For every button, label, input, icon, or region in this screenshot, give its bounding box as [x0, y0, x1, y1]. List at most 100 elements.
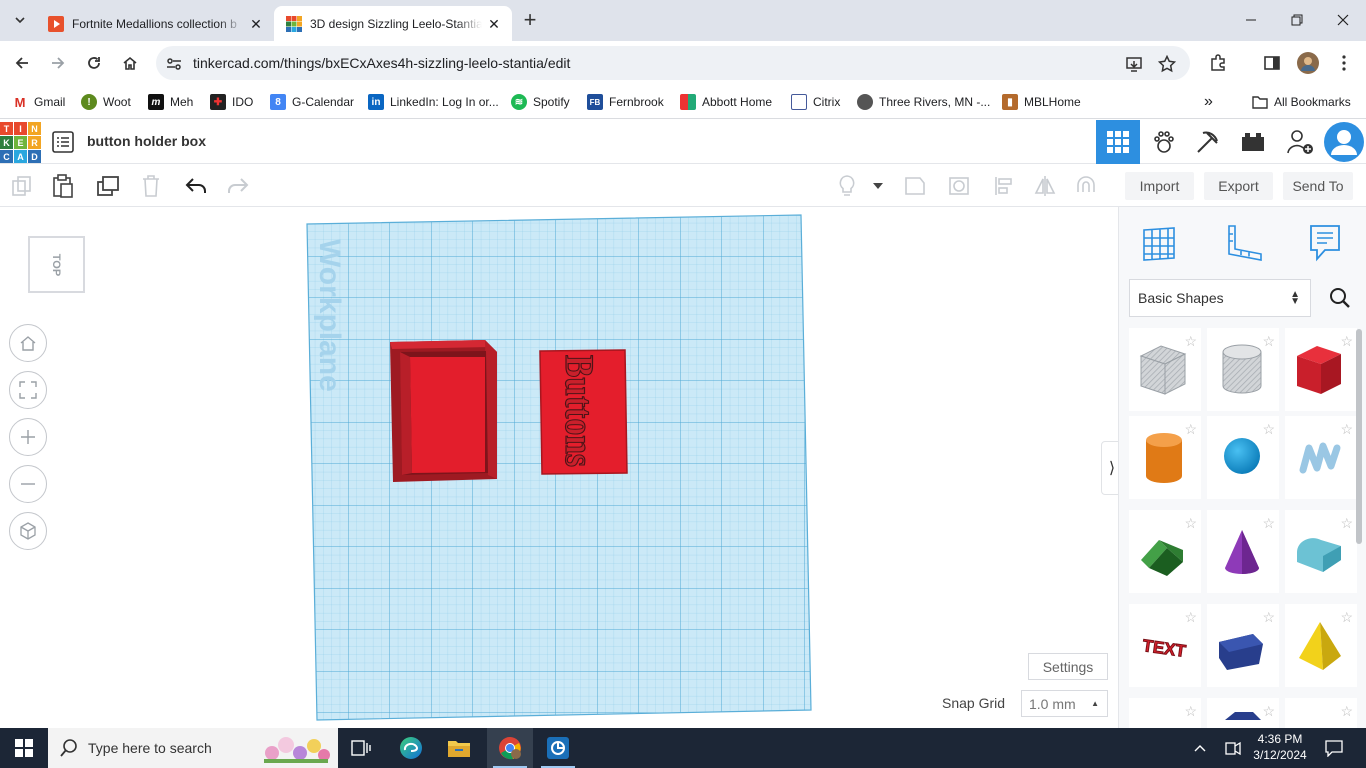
tab-tinkercad[interactable]: 3D design Sizzling Leelo-Stantia ✕	[274, 6, 512, 41]
import-button[interactable]: Import	[1125, 172, 1194, 200]
start-button[interactable]	[0, 728, 48, 768]
bookmark-ido[interactable]: ✚ IDO	[210, 92, 253, 112]
settings-button[interactable]: Settings	[1028, 653, 1108, 680]
favorite-star-icon[interactable]: ☆	[1184, 334, 1197, 348]
task-view-button[interactable]	[338, 728, 384, 768]
back-button[interactable]	[10, 51, 34, 75]
shape-tile-round-roof[interactable]: ☆	[1285, 510, 1357, 593]
zoom-in-button[interactable]	[9, 418, 47, 456]
restore-button[interactable]	[1285, 8, 1309, 32]
shape-tile-row5[interactable]: ☆	[1207, 698, 1279, 728]
zoom-out-button[interactable]	[9, 465, 47, 503]
invite-user-button[interactable]	[1278, 120, 1322, 164]
view-cube[interactable]: TOP	[28, 236, 85, 293]
hole-button[interactable]	[946, 173, 972, 199]
fit-view-button[interactable]	[9, 371, 47, 409]
send-to-button[interactable]: Send To	[1283, 172, 1353, 200]
bookmark-abbott-home[interactable]: Abbott Home	[680, 92, 772, 112]
bricks-button[interactable]	[1231, 120, 1275, 164]
shape-tile-cylinder[interactable]: ☆	[1129, 416, 1201, 499]
show-hidden-icons-button[interactable]	[1186, 728, 1214, 768]
paste-button[interactable]	[50, 173, 76, 199]
reload-button[interactable]	[82, 51, 106, 75]
workplane-tool-button[interactable]	[1135, 219, 1183, 267]
profile-button[interactable]	[1296, 51, 1320, 75]
favorite-star-icon[interactable]: ☆	[1340, 516, 1353, 530]
shape-tile-box[interactable]: ☆	[1285, 328, 1357, 411]
sim-lab-button[interactable]	[1142, 120, 1186, 164]
home-button[interactable]	[118, 51, 142, 75]
close-window-button[interactable]	[1331, 8, 1355, 32]
snap-grid-select[interactable]: 1.0 mm ▲	[1021, 690, 1108, 717]
design-list-icon[interactable]	[52, 131, 74, 153]
favorite-star-icon[interactable]: ☆	[1184, 610, 1197, 624]
bookmarks-overflow-button[interactable]: »	[1204, 92, 1213, 112]
favorite-star-icon[interactable]: ☆	[1340, 334, 1353, 348]
close-tab-icon[interactable]: ✕	[248, 16, 264, 32]
ruler-tool-button[interactable]	[1219, 219, 1267, 267]
favorite-star-icon[interactable]: ☆	[1262, 422, 1275, 436]
favorite-star-icon[interactable]: ☆	[1184, 422, 1197, 436]
tinkercad-logo[interactable]: T I N K E R C A D	[0, 122, 41, 163]
align-button[interactable]	[991, 173, 1017, 199]
account-button[interactable]	[1322, 120, 1366, 164]
shape-tile-cylinder-hole[interactable]: ☆	[1207, 328, 1279, 411]
extensions-button[interactable]	[1206, 51, 1230, 75]
minimize-button[interactable]	[1239, 8, 1263, 32]
chrome-taskbar-button[interactable]	[487, 728, 533, 768]
close-tab-icon[interactable]: ✕	[486, 16, 502, 32]
bookmark-mblhome[interactable]: ▮ MBLHome	[1002, 92, 1081, 112]
bookmark-fernbrook[interactable]: FB Fernbrook	[587, 92, 664, 112]
tab-search-button[interactable]	[8, 8, 32, 32]
design-canvas[interactable]: Workplane Buttons TOP Settings Snap Grid…	[0, 207, 1123, 728]
undo-button[interactable]	[183, 173, 209, 199]
redo-button[interactable]	[225, 173, 251, 199]
bookmark-citrix[interactable]: Citrix	[791, 92, 840, 112]
shape-category-select[interactable]: Basic Shapes ▲ ▼	[1129, 279, 1311, 317]
favorite-star-icon[interactable]: ☆	[1340, 704, 1353, 718]
shape-tile-pyramid[interactable]: ☆	[1285, 604, 1357, 687]
meet-now-button[interactable]	[1218, 728, 1248, 768]
taskbar-search[interactable]: Type here to search	[48, 728, 338, 768]
favorite-star-icon[interactable]: ☆	[1340, 422, 1353, 436]
favorite-star-icon[interactable]: ☆	[1262, 704, 1275, 718]
all-bookmarks-button[interactable]: All Bookmarks	[1252, 92, 1351, 112]
favorite-star-icon[interactable]: ☆	[1262, 334, 1275, 348]
shape-tile-text[interactable]: TEXT ☆	[1129, 604, 1201, 687]
bookmark-meh[interactable]: m Meh	[148, 92, 193, 112]
notes-tool-button[interactable]	[1301, 219, 1349, 267]
favorite-star-icon[interactable]: ☆	[1340, 610, 1353, 624]
light-button[interactable]	[834, 173, 860, 199]
solid-button[interactable]	[902, 173, 928, 199]
new-tab-button[interactable]: +	[518, 9, 542, 33]
shape-tile-scribble[interactable]: ☆	[1285, 416, 1357, 499]
file-explorer-taskbar-button[interactable]	[436, 728, 482, 768]
perspective-button[interactable]	[9, 512, 47, 550]
bookmark-linkedin[interactable]: in LinkedIn: Log In or...	[368, 92, 499, 112]
notifications-button[interactable]	[1318, 728, 1350, 768]
remote-app-taskbar-button[interactable]	[535, 728, 581, 768]
shape-tile-row5[interactable]: ☆	[1285, 698, 1357, 728]
bookmark-woot[interactable]: ! Woot	[81, 92, 131, 112]
favorite-star-icon[interactable]: ☆	[1184, 704, 1197, 718]
address-bar[interactable]: tinkercad.com/things/bxECxAxes4h-sizzlin…	[156, 46, 1190, 80]
design-name[interactable]: button holder box	[87, 133, 206, 149]
panel-scrollbar[interactable]	[1356, 329, 1362, 544]
system-clock[interactable]: 4:36 PM 3/12/2024	[1250, 731, 1310, 763]
tab-fortnite[interactable]: Fortnite Medallions collection b ✕	[36, 6, 274, 41]
edge-taskbar-button[interactable]	[388, 728, 434, 768]
lid-with-text[interactable]: Buttons	[539, 349, 628, 475]
shape-tile-row5[interactable]: ☆	[1129, 698, 1201, 728]
shape-tile-polygon[interactable]: ☆	[1207, 604, 1279, 687]
favorite-star-icon[interactable]: ☆	[1184, 516, 1197, 530]
bookmark-gmail[interactable]: M Gmail	[12, 92, 65, 112]
shape-tile-roof[interactable]: ☆	[1129, 510, 1201, 593]
home-view-button[interactable]	[9, 324, 47, 362]
shape-tile-cone[interactable]: ☆	[1207, 510, 1279, 593]
box-shell[interactable]	[390, 340, 497, 482]
install-app-icon[interactable]	[1125, 55, 1143, 73]
bookmark-star-icon[interactable]	[1158, 55, 1176, 73]
duplicate-button[interactable]	[95, 173, 121, 199]
mirror-button[interactable]	[1032, 173, 1058, 199]
light-dropdown-button[interactable]	[868, 173, 888, 199]
